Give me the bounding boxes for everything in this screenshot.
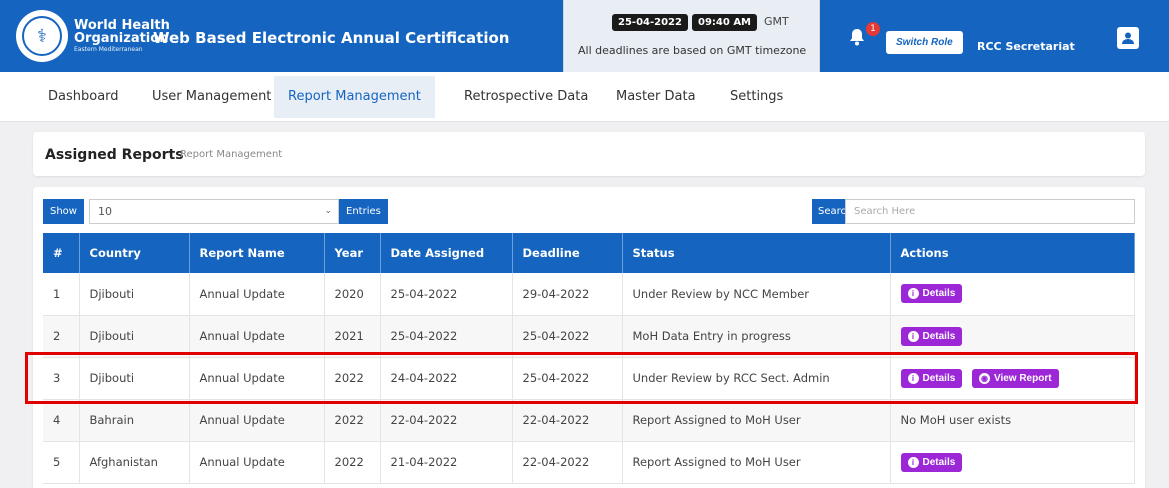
cell-status: Report Assigned to MoH User xyxy=(622,441,891,484)
cell-country: Afghanistan xyxy=(79,441,190,484)
cell-date-assigned: 25-04-2022 xyxy=(380,315,513,358)
table-row: 1 Djibouti Annual Update 2020 25-04-2022… xyxy=(43,273,1135,316)
cell-actions: i Details xyxy=(890,315,1135,358)
cell-status: Report Assigned to MoH User xyxy=(622,399,891,442)
table-row: 4 Bahrain Annual Update 2022 22-04-2022 … xyxy=(43,399,1135,442)
page-header-card: Assigned Reports Report Management xyxy=(33,132,1145,176)
cell-report-name: Annual Update xyxy=(189,357,325,400)
page-title: Assigned Reports xyxy=(45,147,184,163)
search-input[interactable] xyxy=(845,199,1135,224)
cell-report-name: Annual Update xyxy=(189,273,325,316)
who-logo[interactable]: ⚕ World Health Organization Eastern Medi… xyxy=(16,10,170,62)
eye-icon: ◉ xyxy=(978,372,990,384)
nav-report-management[interactable]: Report Management xyxy=(274,76,435,118)
info-icon: i xyxy=(907,288,919,300)
top-header: ⚕ World Health Organization Eastern Medi… xyxy=(0,0,1169,72)
bell-icon[interactable] xyxy=(849,28,865,46)
entries-value: 10 xyxy=(98,205,112,218)
notification-badge: 1 xyxy=(866,22,880,36)
who-emblem-icon: ⚕ xyxy=(16,10,68,62)
current-date: 25-04-2022 xyxy=(612,14,688,31)
cell-report-name: Annual Update xyxy=(189,441,325,484)
nav-retrospective-data[interactable]: Retrospective Data xyxy=(450,72,602,122)
cell-year: 2022 xyxy=(324,357,381,400)
user-icon[interactable] xyxy=(1117,27,1139,49)
cell-num: 3 xyxy=(43,357,80,400)
chevron-down-icon: ⌄ xyxy=(324,206,332,216)
nav-master-data[interactable]: Master Data xyxy=(602,72,710,122)
entries-select[interactable]: 10 ⌄ xyxy=(89,199,339,224)
cell-status: Under Review by NCC Member xyxy=(622,273,891,316)
cell-deadline: 25-04-2022 xyxy=(512,315,623,358)
cell-country: Djibouti xyxy=(79,273,190,316)
cell-date-assigned: 25-04-2022 xyxy=(380,273,513,316)
cell-report-name: Annual Update xyxy=(189,399,325,442)
info-icon: i xyxy=(907,330,919,342)
col-header-num[interactable]: # xyxy=(43,233,80,273)
cell-deadline: 29-04-2022 xyxy=(512,273,623,316)
col-header-date-assigned[interactable]: Date Assigned xyxy=(380,233,513,273)
cell-year: 2022 xyxy=(324,441,381,484)
col-header-status[interactable]: Status xyxy=(622,233,891,273)
view-report-button[interactable]: ◉ View Report xyxy=(971,368,1059,388)
table-row: 5 Afghanistan Annual Update 2022 21-04-2… xyxy=(43,441,1135,484)
details-button[interactable]: i Details xyxy=(900,368,963,388)
switch-role-button[interactable]: Switch Role xyxy=(886,31,963,54)
nav-settings[interactable]: Settings xyxy=(716,72,797,122)
entries-label: Entries xyxy=(339,199,388,224)
cell-num: 5 xyxy=(43,441,80,484)
cell-deadline: 25-04-2022 xyxy=(512,357,623,400)
cell-num: 2 xyxy=(43,315,80,358)
user-name[interactable]: RCC Secretariat xyxy=(977,40,1075,53)
cell-deadline: 22-04-2022 xyxy=(512,399,623,442)
cell-country: Djibouti xyxy=(79,357,190,400)
nav-dashboard[interactable]: Dashboard xyxy=(34,72,133,122)
cell-date-assigned: 24-04-2022 xyxy=(380,357,513,400)
table-row-highlighted: 3 Djibouti Annual Update 2022 24-04-2022… xyxy=(43,357,1135,400)
col-header-actions[interactable]: Actions xyxy=(890,233,1135,273)
col-header-year[interactable]: Year xyxy=(324,233,381,273)
reports-table: # Country Report Name Year Date Assigned… xyxy=(43,233,1135,484)
org-region: Eastern Mediterranean xyxy=(74,46,143,53)
cell-report-name: Annual Update xyxy=(189,315,325,358)
current-time: 09:40 AM xyxy=(692,14,758,31)
cell-country: Bahrain xyxy=(79,399,190,442)
cell-year: 2022 xyxy=(324,399,381,442)
cell-date-assigned: 21-04-2022 xyxy=(380,441,513,484)
cell-actions: i Details xyxy=(890,441,1135,484)
info-icon: i xyxy=(907,372,919,384)
breadcrumb[interactable]: Report Management xyxy=(180,149,282,160)
cell-deadline: 22-04-2022 xyxy=(512,441,623,484)
cell-num: 1 xyxy=(43,273,80,316)
app-title: Web Based Electronic Annual Certificatio… xyxy=(153,29,510,47)
cell-year: 2020 xyxy=(324,273,381,316)
cell-actions: No MoH user exists xyxy=(890,399,1135,442)
timezone-note: All deadlines are based on GMT timezone xyxy=(578,44,807,57)
reports-table-card: Show 10 ⌄ Entries Search: # Country Repo… xyxy=(33,187,1145,488)
main-nav: Dashboard User Management Report Managem… xyxy=(0,72,1169,122)
datetime-panel: 25-04-2022 09:40 AM GMT All deadlines ar… xyxy=(563,0,820,72)
col-header-country[interactable]: Country xyxy=(79,233,190,273)
info-icon: i xyxy=(907,456,919,468)
cell-year: 2021 xyxy=(324,315,381,358)
show-label: Show xyxy=(43,199,84,224)
details-button[interactable]: i Details xyxy=(900,452,963,472)
cell-date-assigned: 22-04-2022 xyxy=(380,399,513,442)
cell-status: Under Review by RCC Sect. Admin xyxy=(622,357,891,400)
cell-country: Djibouti xyxy=(79,315,190,358)
col-header-report-name[interactable]: Report Name xyxy=(189,233,325,273)
col-header-deadline[interactable]: Deadline xyxy=(512,233,623,273)
cell-actions: i Details ◉ View Report xyxy=(890,357,1135,400)
details-button[interactable]: i Details xyxy=(900,326,963,346)
cell-status: MoH Data Entry in progress xyxy=(622,315,891,358)
details-button[interactable]: i Details xyxy=(900,284,963,304)
nav-user-management[interactable]: User Management xyxy=(138,72,285,122)
cell-num: 4 xyxy=(43,399,80,442)
timezone-label: GMT xyxy=(764,15,789,28)
table-row: 2 Djibouti Annual Update 2021 25-04-2022… xyxy=(43,315,1135,358)
table-header-row: # Country Report Name Year Date Assigned… xyxy=(43,233,1135,273)
cell-actions: i Details xyxy=(890,273,1135,316)
